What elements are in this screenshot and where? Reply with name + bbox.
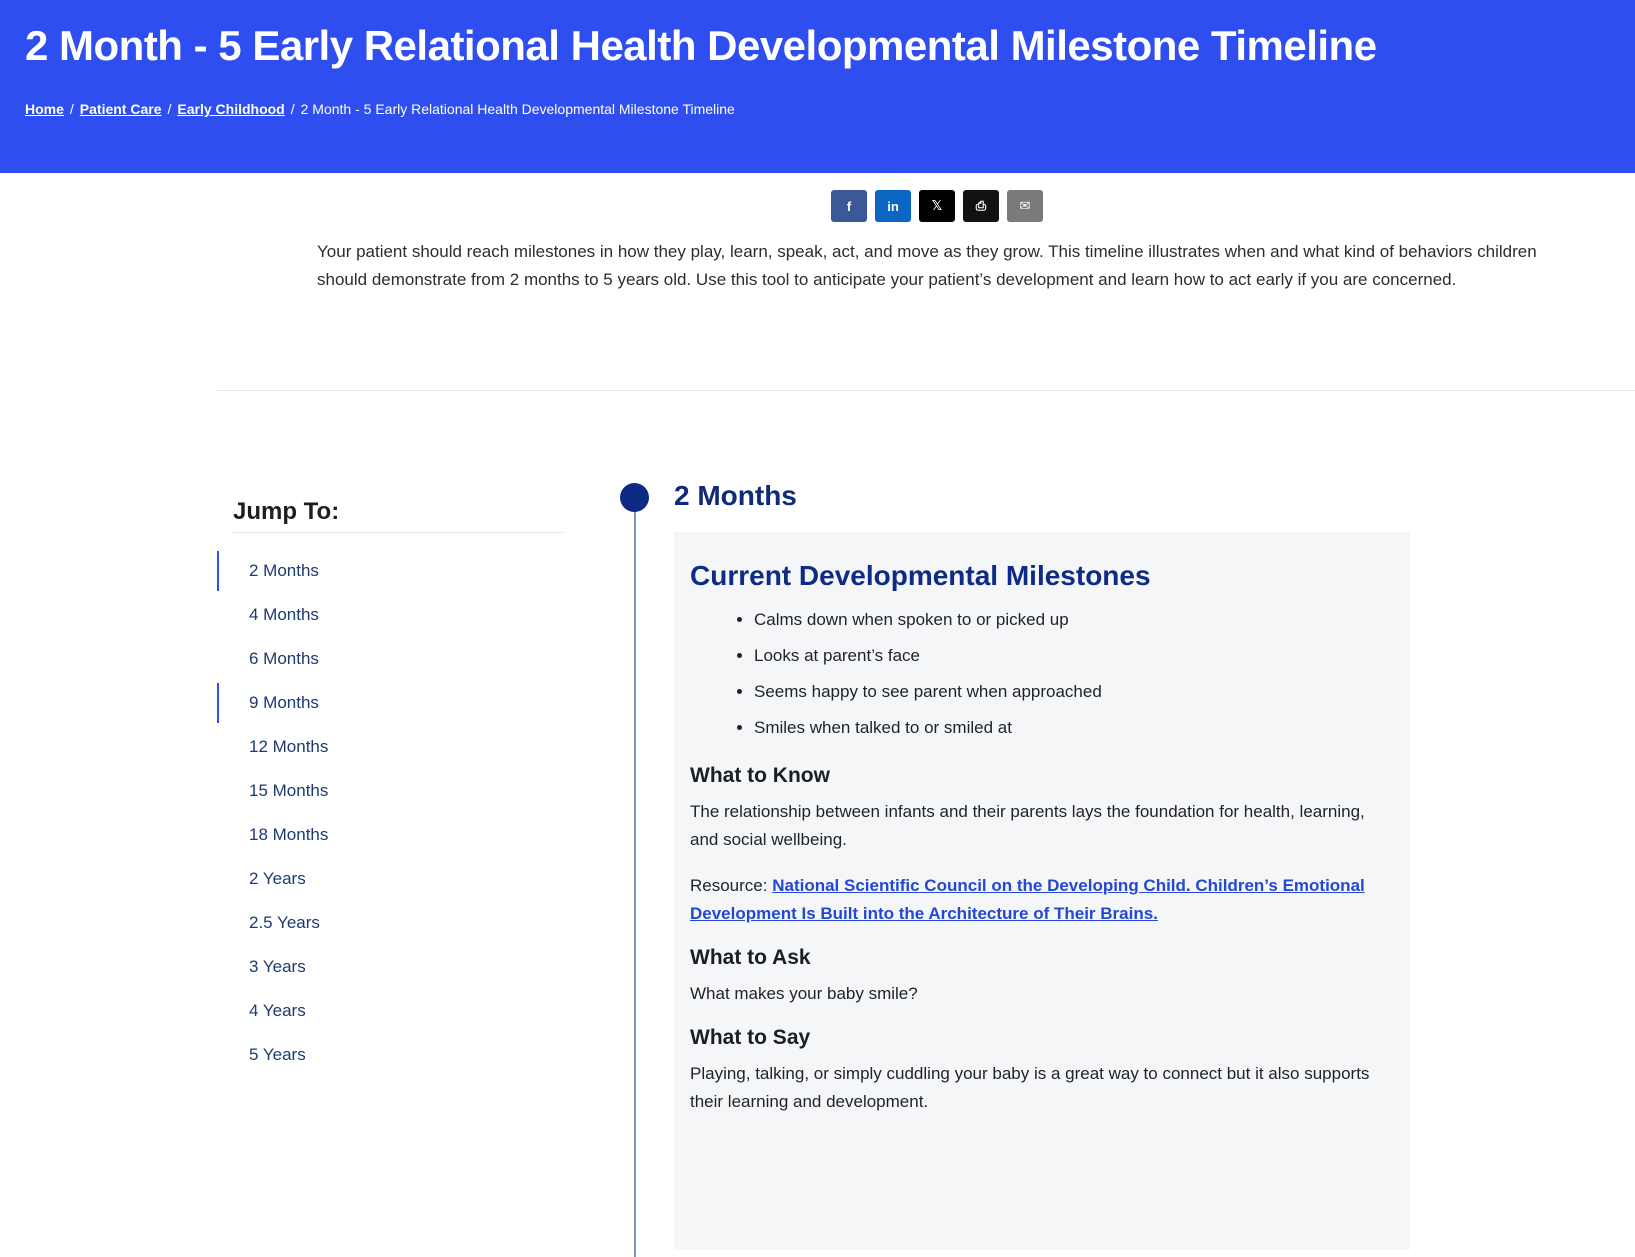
jump-link-6-months[interactable]: 6 Months [217,637,328,681]
facebook-icon: f [846,198,852,214]
jump-link-3-years[interactable]: 3 Years [217,945,328,989]
what-to-say-heading: What to Say [690,1026,811,1049]
milestone-item: Calms down when spoken to or picked up [754,602,1394,638]
jump-to-list: 2 Months 4 Months 6 Months 9 Months 12 M… [217,549,328,1077]
facebook-share-button[interactable]: f [831,190,867,222]
what-to-say-text: Playing, talking, or simply cuddling you… [690,1064,1370,1111]
jump-link-4-months[interactable]: 4 Months [217,593,328,637]
timeline-line [634,495,636,1257]
breadcrumb-separator: / [69,101,74,117]
breadcrumb-early-childhood-link[interactable]: Early Childhood [177,101,284,117]
what-to-know-heading: What to Know [690,764,830,787]
breadcrumb: Home / Patient Care / Early Childhood / 2 Mont… [25,101,735,117]
page-header: 2 Month - 5 Early Relational Health Deve… [0,0,1635,173]
jump-link-2-months[interactable]: 2 Months [217,549,328,593]
intro-text: Your patient should reach milestones in … [317,242,1537,289]
breadcrumb-separator: / [167,101,172,117]
email-share-button[interactable]: ✉ [1007,190,1043,222]
jump-link-18-months[interactable]: 18 Months [217,813,328,857]
milestone-item: Seems happy to see parent when approache… [754,674,1394,710]
linkedin-icon: in [887,198,899,214]
email-icon: ✉ [1019,198,1031,213]
share-bar: f in 𝕏 ⎙ ✉ [831,190,1043,222]
jump-link-15-months[interactable]: 15 Months [217,769,328,813]
page-title: 2 Month - 5 Early Relational Health Deve… [25,22,1377,69]
jump-link-2-5-years[interactable]: 2.5 Years [217,901,328,945]
jump-link-2-years[interactable]: 2 Years [217,857,328,901]
what-to-know-text: The relationship between infants and the… [690,802,1365,849]
resource-link[interactable]: National Scientific Council on the Devel… [690,876,1365,923]
resource-label: Resource: [690,876,768,895]
print-button[interactable]: ⎙ [963,190,999,222]
section-divider [217,390,1635,391]
milestones-heading: Current Developmental Milestones [690,560,1151,591]
jump-link-4-years[interactable]: 4 Years [217,989,328,1033]
milestone-card: Current Developmental Milestones Calms d… [674,532,1410,1250]
jump-to-underline [233,532,563,533]
what-to-ask-heading: What to Ask [690,946,811,969]
jump-link-5-years[interactable]: 5 Years [217,1033,328,1077]
timeline-section-title: 2 Months [674,480,797,511]
breadcrumb-patient-care-link[interactable]: Patient Care [80,101,162,117]
jump-link-12-months[interactable]: 12 Months [217,725,328,769]
x-icon: 𝕏 [931,198,943,213]
timeline-dot [620,483,649,512]
resource-paragraph: Resource: National Scientific Council on… [690,872,1394,928]
jump-to-title: Jump To: [233,498,340,525]
breadcrumb-home-link[interactable]: Home [25,101,64,117]
what-to-ask-text: What makes your baby smile? [690,984,918,1003]
milestone-item: Looks at parent’s face [754,638,1394,674]
milestone-list: Calms down when spoken to or picked up L… [690,602,1394,746]
x-share-button[interactable]: 𝕏 [919,190,955,222]
breadcrumb-separator: / [290,101,295,117]
linkedin-share-button[interactable]: in [875,190,911,222]
breadcrumb-current: 2 Month - 5 Early Relational Health Deve… [300,101,735,117]
jump-link-9-months[interactable]: 9 Months [217,681,328,725]
milestone-item: Smiles when talked to or smiled at [754,710,1394,746]
print-icon: ⎙ [975,198,987,213]
